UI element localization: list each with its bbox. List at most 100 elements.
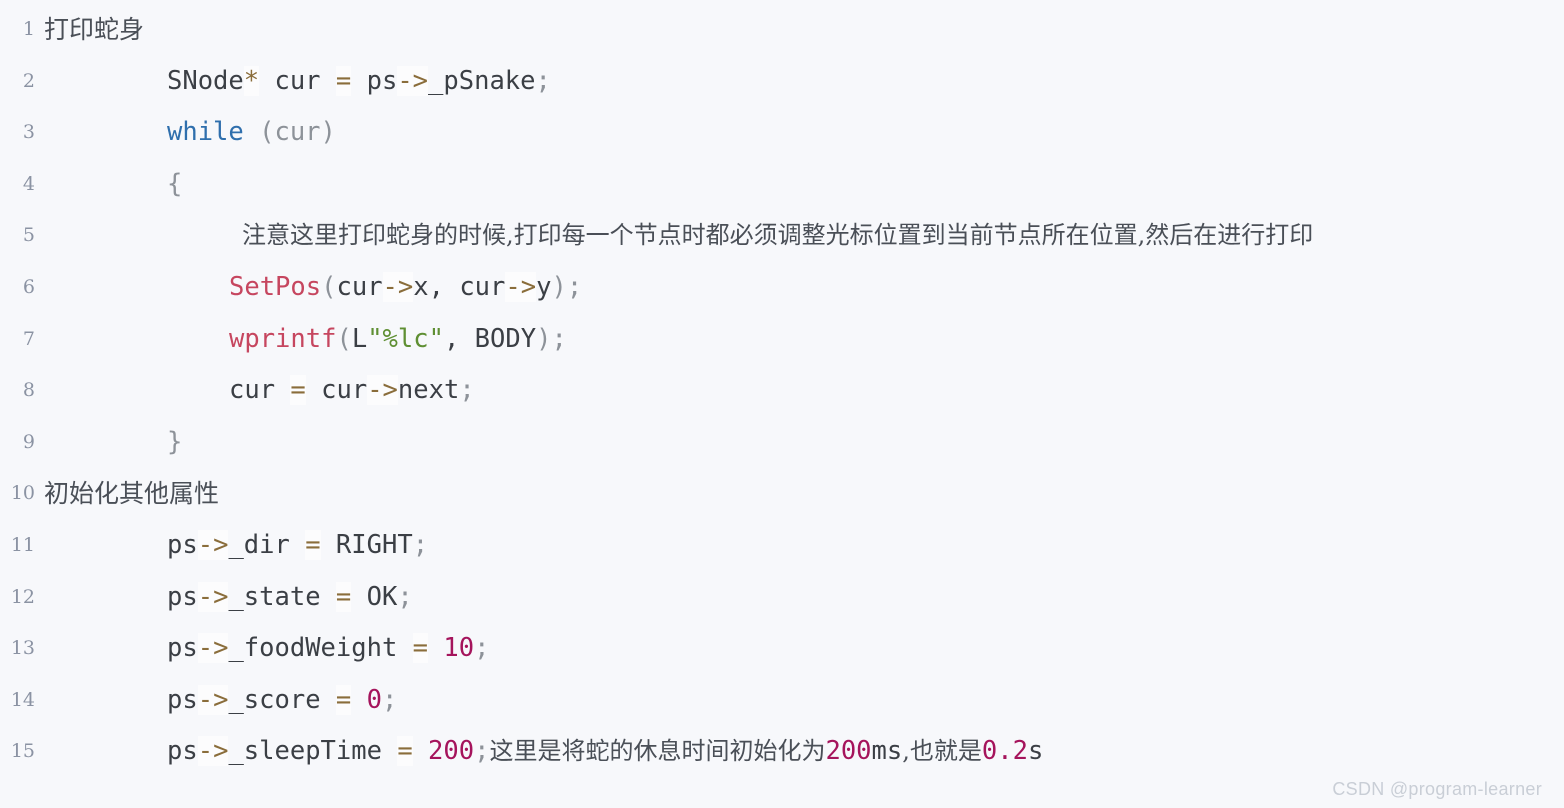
identifier-token: ps	[167, 633, 198, 664]
line-number: 8	[22, 379, 35, 402]
watermark: CSDN @program-learner	[1332, 779, 1542, 799]
string-token: "%lc"	[367, 323, 444, 354]
line-number: 3	[22, 121, 35, 144]
code-line: 9 }	[0, 417, 1564, 469]
identifier-token: cur	[259, 65, 336, 96]
line-number: 2	[22, 69, 35, 92]
identifier-token: cur	[336, 271, 383, 302]
code-line: 10 初始化其他属性	[0, 468, 1564, 520]
code-line: 3 while (cur)	[0, 107, 1564, 159]
line-number: 9	[22, 430, 35, 453]
open-brace-token: {	[167, 168, 183, 199]
code-line: 5 注意这里打印蛇身的时候,打印每一个节点时都必须调整光标位置到当前节点所在位置…	[0, 210, 1564, 262]
semicolon-token: ;	[535, 65, 551, 96]
arrow-operator-token: ->	[367, 375, 398, 406]
line-content: cur = cur->next;	[44, 365, 1564, 417]
chinese-comment: ,也就是	[902, 737, 982, 766]
member-token: _state	[228, 581, 336, 612]
line-content: SNode* cur = ps->_pSnake;	[44, 56, 1564, 108]
member-token: x, cur	[413, 271, 506, 302]
identifier-token: ps	[167, 581, 198, 612]
number-token: 10	[428, 633, 475, 664]
code-line: 7 wprintf(L"%lc", BODY);	[0, 314, 1564, 366]
code-line: 4 {	[0, 159, 1564, 211]
code-line: 13 ps->_foodWeight = 10;	[0, 623, 1564, 675]
operator-token: =	[335, 581, 352, 612]
arrow-operator-token: ->	[505, 271, 537, 302]
close-brace-token: }	[167, 426, 183, 457]
code-line: 11 ps->_dir = RIGHT;	[0, 520, 1564, 572]
semicolon-token: ;	[566, 271, 583, 302]
literal-prefix-token: L	[351, 323, 368, 354]
paren-token: (	[336, 323, 352, 354]
operator-token: =	[305, 529, 321, 560]
line-number: 15	[10, 740, 35, 763]
member-token: next	[397, 375, 460, 406]
line-number: 13	[10, 637, 35, 660]
identifier-token: cur	[305, 375, 368, 406]
operator-token: =	[335, 684, 352, 715]
line-content: while (cur)	[44, 107, 1564, 159]
member-token: _pSnake	[428, 65, 536, 96]
member-token: y	[536, 271, 552, 302]
identifier-token: ps	[167, 529, 198, 560]
keyword-token: while	[167, 117, 244, 148]
identifier-token: ps	[351, 65, 398, 96]
code-block: 1 打印蛇身 2 SNode* cur = ps->_pSnake; 3 whi…	[0, 0, 1564, 808]
arrow-operator-token: ->	[197, 684, 229, 715]
member-token: _dir	[228, 529, 306, 560]
line-content: ps->_score = 0;	[44, 675, 1564, 727]
semicolon-token: ;	[474, 633, 490, 664]
arrow-operator-token: ->	[397, 65, 429, 96]
line-number: 10	[10, 482, 35, 505]
number-token: 0	[351, 684, 382, 715]
chinese-text: 初始化其他属性	[44, 478, 220, 508]
line-content: SetPos(cur->x, cur->y);	[44, 262, 1564, 314]
semicolon-token: ;	[551, 323, 567, 354]
member-token: _sleepTime	[228, 736, 398, 767]
paren-token: )	[536, 323, 552, 354]
arrow-operator-token: ->	[197, 581, 229, 612]
code-line: 1 打印蛇身	[0, 4, 1564, 56]
paren-token: (	[321, 271, 337, 302]
line-content: {	[44, 159, 1564, 211]
line-number: 1	[22, 18, 35, 40]
semicolon-token: ;	[412, 529, 429, 560]
code-line: 6 SetPos(cur->x, cur->y);	[0, 262, 1564, 314]
type-token: SNode	[167, 65, 244, 96]
code-line: 14 ps->_score = 0;	[0, 675, 1564, 727]
chinese-comment: 注意这里打印蛇身的时候,打印每一个节点时都必须调整光标位置到当前节点所在位置,然…	[242, 221, 1314, 250]
line-number: 14	[10, 688, 35, 711]
function-token: wprintf	[229, 323, 337, 354]
line-content: 注意这里打印蛇身的时候,打印每一个节点时都必须调整光标位置到当前节点所在位置,然…	[44, 210, 1564, 262]
value-token: RIGHT	[320, 529, 413, 560]
line-content: 初始化其他属性	[44, 468, 1564, 521]
code-line: 15 ps->_sleepTime = 200;这里是将蛇的休息时间初始化为20…	[0, 726, 1564, 778]
value-token: OK	[351, 581, 398, 612]
line-number: 11	[10, 533, 35, 556]
member-token: _score	[228, 684, 336, 715]
semicolon-token: ;	[397, 581, 413, 612]
line-content: ps->_dir = RIGHT;	[44, 520, 1564, 572]
arrow-operator-token: ->	[197, 736, 229, 767]
code-line: 12 ps->_state = OK;	[0, 572, 1564, 624]
arrow-operator-token: ->	[197, 529, 229, 560]
identifier-token: cur	[229, 375, 291, 406]
member-token: _foodWeight	[228, 633, 413, 664]
arrow-operator-token: ->	[197, 633, 229, 664]
condition-token: (cur)	[243, 117, 336, 148]
code-line: 2 SNode* cur = ps->_pSnake;	[0, 56, 1564, 108]
chinese-comment: 这里是将蛇的休息时间初始化为	[489, 737, 826, 766]
unit-token: ms	[871, 736, 903, 767]
line-content: wprintf(L"%lc", BODY);	[44, 314, 1564, 366]
identifier-token: ps	[167, 684, 198, 715]
number-token: 200	[412, 736, 475, 767]
operator-token: =	[290, 375, 306, 406]
operator-token: *	[243, 65, 260, 96]
number-token: 0.2	[981, 736, 1028, 767]
operator-token: =	[412, 633, 429, 664]
line-number: 7	[22, 327, 35, 350]
identifier-token: ps	[167, 736, 198, 767]
number-token: 200	[825, 736, 872, 767]
operator-token: =	[335, 65, 352, 96]
